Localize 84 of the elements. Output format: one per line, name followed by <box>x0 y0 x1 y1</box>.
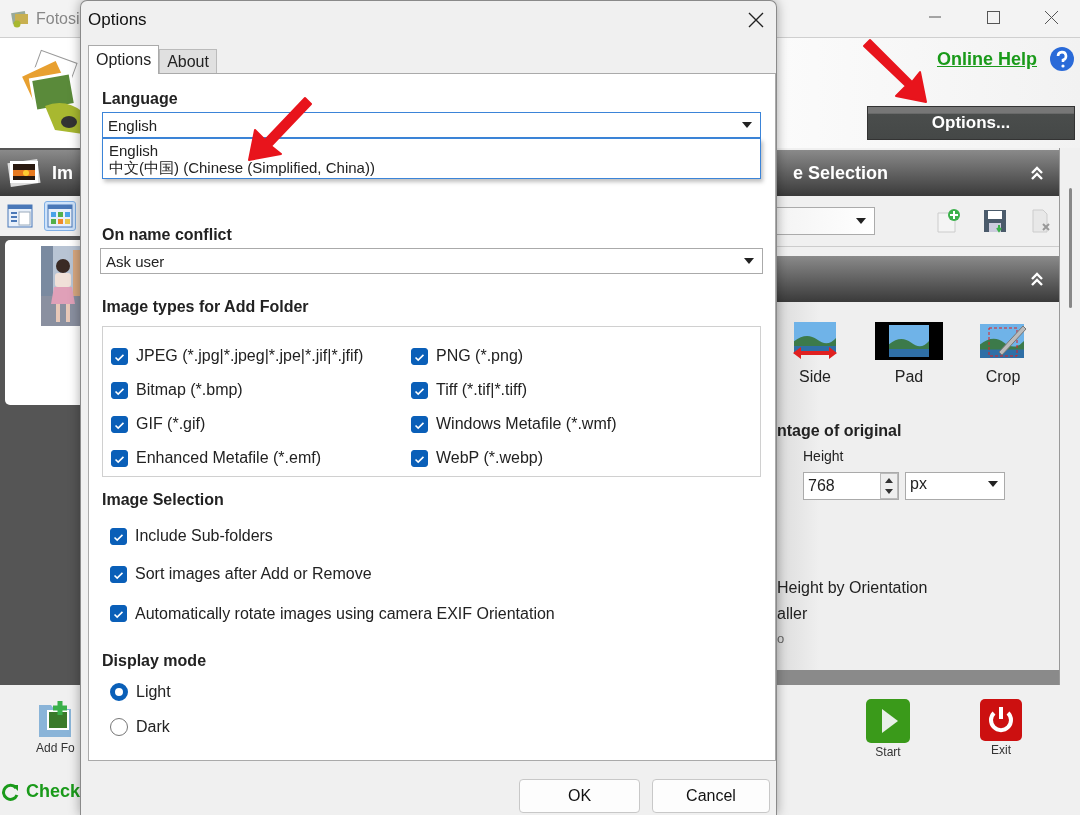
landscape-frame-icon <box>875 322 943 360</box>
save-icon[interactable] <box>983 209 1007 233</box>
radio-option[interactable]: Light <box>110 674 761 709</box>
checkbox[interactable]: WebP (*.webp) <box>411 441 752 475</box>
checkbox[interactable]: Tiff (*.tif|*.tiff) <box>411 373 752 407</box>
close-icon[interactable] <box>748 12 764 28</box>
refresh-icon <box>2 782 20 801</box>
dropdown-option[interactable]: English <box>109 142 754 159</box>
mode-button[interactable]: Crop <box>979 322 1027 386</box>
grid-view-icon <box>47 204 73 228</box>
add-folder-button[interactable]: Add Fo <box>36 699 75 755</box>
folder-picture-icon <box>38 699 73 739</box>
cancel-button[interactable]: Cancel <box>652 779 770 813</box>
checkbox-box[interactable] <box>411 347 428 365</box>
window-title: Fotosi <box>36 9 80 28</box>
crop-icon <box>979 322 1027 360</box>
dropdown-arrow-icon <box>744 258 754 264</box>
checkbox[interactable]: JPEG (*.jpg|*.jpeg|*.jpe|*.jif|*.jfif) <box>111 339 411 373</box>
new-file-icon[interactable] <box>935 208 961 234</box>
field-label: Language <box>102 90 179 108</box>
option-label: aller <box>777 605 809 623</box>
tab[interactable]: About <box>159 49 217 73</box>
checkbox[interactable]: Enhanced Metafile (*.emf) <box>111 441 411 475</box>
collapse-icon[interactable] <box>1031 272 1043 286</box>
name-conflict-dropdown[interactable]: Ask user <box>100 248 763 274</box>
mode-button[interactable]: Pad <box>875 322 943 386</box>
power-icon <box>980 699 1022 741</box>
tab[interactable]: Options <box>88 45 160 74</box>
unit-dropdown[interactable]: px <box>905 472 1005 500</box>
section-label: Display mode <box>102 652 208 670</box>
checkbox[interactable]: PNG (*.png) <box>411 339 752 373</box>
annotation-arrow <box>247 96 313 162</box>
exit-button[interactable]: Exit <box>980 699 1022 815</box>
annotation-arrow <box>862 38 928 104</box>
height-spinner[interactable]: 768 <box>803 472 899 500</box>
option-label: o <box>777 631 786 646</box>
radio-button[interactable] <box>110 682 128 701</box>
scrollbar-thumb[interactable] <box>1068 188 1072 308</box>
start-button[interactable]: Start <box>866 699 910 815</box>
language-dropdown[interactable]: English <box>102 112 761 138</box>
option-label: Height by Orientation <box>777 579 929 597</box>
options-button[interactable]: Options... <box>867 106 1075 140</box>
app-icon <box>10 9 30 28</box>
field-label: On name conflict <box>102 226 233 244</box>
dropdown-arrow-icon <box>742 122 752 128</box>
radio-option[interactable]: Dark <box>110 709 761 744</box>
checkbox[interactable]: GIF (*.gif) <box>111 407 411 441</box>
dropdown-option[interactable]: 中文(中国) (Chinese (Simplified, China)) <box>109 159 754 176</box>
section-label: Image Selection <box>102 491 225 509</box>
list-view-icon <box>7 204 33 228</box>
checkbox-box[interactable] <box>111 381 128 399</box>
mode-button[interactable]: Side <box>791 322 839 386</box>
checkbox-box[interactable] <box>411 381 428 399</box>
panel-title: Im <box>52 162 73 184</box>
dropdown-arrow-icon <box>988 481 998 487</box>
spin-arrows-icon[interactable] <box>880 473 898 499</box>
checkbox[interactable]: Sort images after Add or Remove <box>110 555 761 593</box>
help-icon[interactable] <box>1049 46 1075 72</box>
checkbox-box[interactable] <box>111 415 128 433</box>
dropdown-arrow-icon <box>856 218 866 224</box>
panel-title: e Selection <box>793 162 889 184</box>
checkbox-box[interactable] <box>411 415 428 433</box>
field-label: Height <box>803 448 845 464</box>
dialog-title: Options <box>88 10 147 30</box>
view-toggle[interactable] <box>4 201 36 231</box>
section-label: Image types for Add Folder <box>102 298 310 316</box>
ok-button[interactable]: OK <box>519 779 640 813</box>
checkbox[interactable]: Include Sub-folders <box>110 517 761 555</box>
checkbox-box[interactable] <box>110 605 127 622</box>
view-toggle[interactable] <box>44 201 76 231</box>
checkbox[interactable]: Windows Metafile (*.wmf) <box>411 407 752 441</box>
landscape-arrow-icon <box>791 322 839 360</box>
checkbox[interactable]: Automatically rotate images using camera EXIF Orientation <box>110 593 761 634</box>
checkbox[interactable]: Bitmap (*.bmp) <box>111 373 411 407</box>
section-label: ntage of original <box>777 422 903 440</box>
play-icon <box>866 699 910 743</box>
checkbox-box[interactable] <box>110 527 127 545</box>
photo-stack-icon <box>6 157 42 189</box>
checkbox-box[interactable] <box>111 347 128 365</box>
radio-button[interactable] <box>110 717 128 736</box>
checkbox-box[interactable] <box>110 565 127 583</box>
collapse-icon[interactable] <box>1031 166 1043 180</box>
checkbox-box[interactable] <box>411 449 428 467</box>
checkbox-box[interactable] <box>111 449 128 467</box>
